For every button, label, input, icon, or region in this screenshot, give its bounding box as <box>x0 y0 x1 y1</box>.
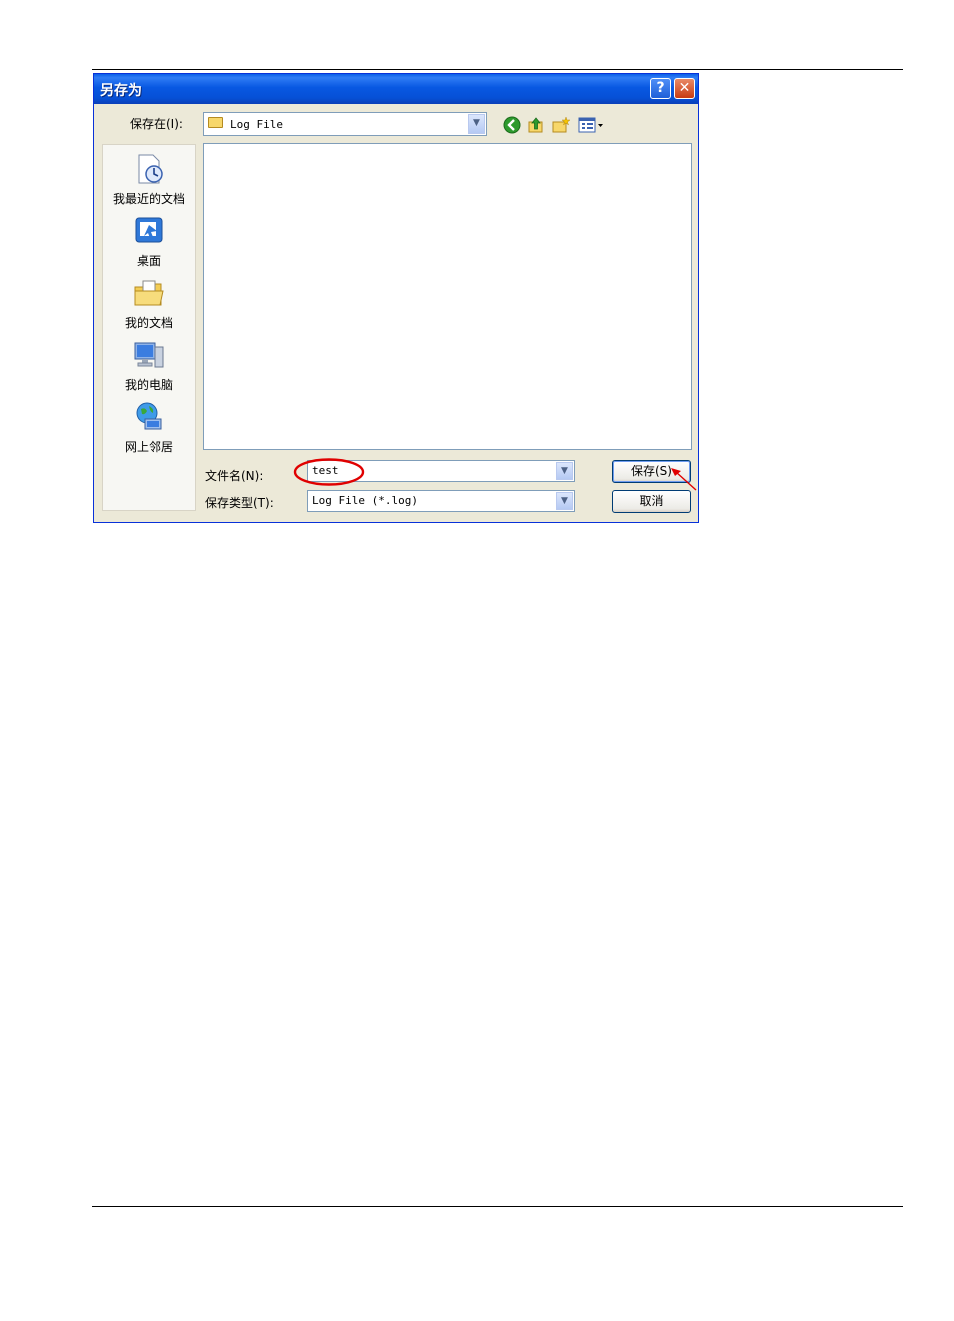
annotation-ellipse <box>293 458 365 486</box>
title-bar[interactable]: 另存为 ? ✕ <box>94 74 698 104</box>
my-documents-icon <box>134 280 164 306</box>
file-name-label: 文件名(N): <box>205 469 264 483</box>
save-in-dropdown[interactable]: Log File ▼ <box>203 112 487 136</box>
dialog-title: 另存为 <box>100 83 142 99</box>
save-in-value: Log File <box>230 118 283 131</box>
my-computer-icon <box>134 342 164 368</box>
place-label: 我的电脑 <box>124 378 173 392</box>
place-label: 网上邻居 <box>124 440 173 454</box>
place-label: 我最近的文档 <box>112 192 185 206</box>
help-button[interactable]: ? <box>650 78 671 99</box>
recent-documents-icon <box>138 154 163 184</box>
save-as-dialog: 另存为 ? ✕ 保存在(I): Log File ▼ 我最近的文档 桌面 我的文… <box>93 73 699 523</box>
place-label: 桌面 <box>136 254 161 268</box>
file-list[interactable] <box>203 143 692 450</box>
chevron-down-icon[interactable]: ▼ <box>556 492 573 510</box>
place-my-computer[interactable]: 我的电脑 <box>103 339 195 393</box>
up-folder-icon[interactable] <box>527 116 545 134</box>
place-desktop[interactable]: 桌面 <box>103 215 195 269</box>
save-in-label: 保存在(I): <box>130 117 183 131</box>
place-network[interactable]: 网上邻居 <box>103 401 195 455</box>
place-label: 我的文档 <box>124 316 173 330</box>
annotation-arrow <box>671 468 697 491</box>
back-icon[interactable] <box>503 116 521 134</box>
file-type-dropdown[interactable]: Log File (*.log) ▼ <box>307 490 575 512</box>
new-folder-icon[interactable] <box>552 116 570 134</box>
places-bar: 我最近的文档 桌面 我的文档 我的电脑 网上邻居 <box>102 144 196 511</box>
chevron-down-icon[interactable]: ▼ <box>556 462 573 480</box>
file-type-label: 保存类型(T): <box>205 496 274 510</box>
chevron-down-icon[interactable]: ▼ <box>468 114 485 134</box>
place-recent-documents[interactable]: 我最近的文档 <box>103 153 195 207</box>
file-type-value: Log File (*.log) <box>312 494 418 507</box>
place-my-documents[interactable]: 我的文档 <box>103 277 195 331</box>
view-menu-icon[interactable] <box>578 116 606 134</box>
footer-rule <box>92 1206 903 1207</box>
close-button[interactable]: ✕ <box>674 78 695 99</box>
desktop-icon <box>135 217 163 243</box>
folder-icon <box>208 117 223 128</box>
header-rule <box>92 69 903 70</box>
network-places-icon <box>136 402 162 430</box>
